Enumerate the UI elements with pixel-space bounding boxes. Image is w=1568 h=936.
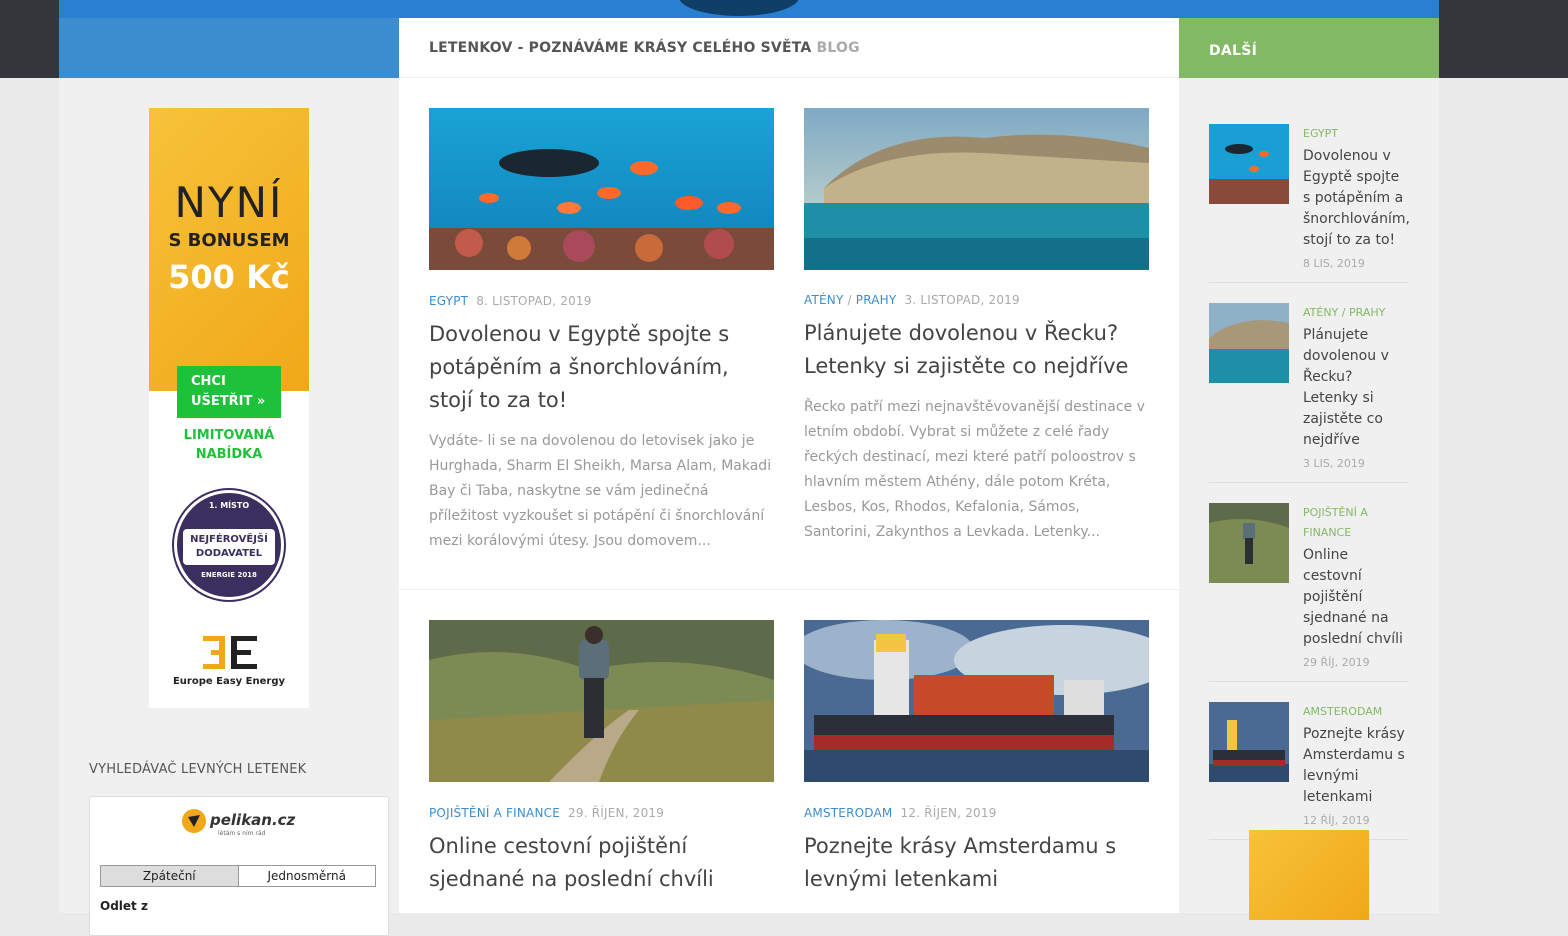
ad-cta-button[interactable]: CHCI UŠETŘIT » <box>177 366 281 418</box>
badge-bottom-text: ENERGIE 2018 <box>201 571 257 579</box>
left-sidebar: NYNÍ S BONUSEM 500 Kč CHCI UŠETŘIT » LIM… <box>59 78 399 936</box>
sidebar-header: DALŠÍ <box>1179 18 1439 78</box>
site-title[interactable]: LETENKOV - POZNÁVÁME KRÁSY CELÉHO SVĚTA <box>429 40 811 56</box>
sidebar-post-category[interactable]: POJIŠTĚNÍ A FINANCE <box>1303 503 1408 543</box>
post-category-link[interactable]: EGYPT <box>429 294 468 308</box>
post-meta: POJIŠTĚNÍ A FINANCE 29. ŘÍJEN, 2019 <box>429 806 774 820</box>
ad-headline: NYNÍ <box>174 178 284 227</box>
list-item[interactable]: ATÉNY / PRAHY Plánujete dovolenou v Řeck… <box>1209 295 1408 483</box>
ad-limited-offer: LIMITOVANÁ NABÍDKA <box>149 426 309 464</box>
post-title-link[interactable]: Poznejte krásy Amsterdamu s levnými lete… <box>804 830 1149 896</box>
sidebar-post-title[interactable]: Online cestovní pojištění sjednané na po… <box>1303 545 1408 650</box>
europe-easy-energy-logo-icon <box>203 636 257 669</box>
sidebar-post-category[interactable]: EGYPT <box>1303 124 1408 144</box>
post-category-link[interactable]: AMSTERODAM <box>804 806 892 820</box>
post-card: AMSTERODAM 12. ŘÍJEN, 2019 Poznejte krás… <box>794 620 1174 896</box>
post-date: 8. LISTOPAD, 2019 <box>476 294 592 308</box>
post-card: EGYPT 8. LISTOPAD, 2019 Dovolenou v Egyp… <box>429 108 774 554</box>
svg-text:pelikan.cz: pelikan.cz <box>209 811 296 829</box>
post-excerpt: Řecko patří mezi nejnavštěvovanější dest… <box>804 399 1145 540</box>
tab-one-way[interactable]: Jednosměrná <box>239 866 376 886</box>
award-badge-icon: 1. MÍSTO NEJFÉROVĚJŠÍ DODAVATEL ENERGIE … <box>174 490 284 600</box>
post-image-greek-coast[interactable] <box>804 108 1149 270</box>
tab-round-trip[interactable]: Zpáteční <box>101 866 239 886</box>
post-meta: AMSTERODAM 12. ŘÍJEN, 2019 <box>804 806 1149 820</box>
banner-ad[interactable]: NYNÍ S BONUSEM 500 Kč CHCI UŠETŘIT » LIM… <box>149 108 309 708</box>
sidebar-post-title[interactable]: Plánujete dovolenou v Řecku? Letenky si … <box>1303 325 1408 451</box>
ad-amount: 500 Kč <box>168 258 290 296</box>
post-date: 29. ŘÍJEN, 2019 <box>568 806 665 820</box>
list-item[interactable]: POJIŠTĚNÍ A FINANCE Online cestovní poji… <box>1209 495 1408 682</box>
ad-limited-line1: LIMITOVANÁ <box>183 428 275 443</box>
sidebar-post-title[interactable]: Poznejte krásy Amsterdamu s levnými lete… <box>1303 724 1408 808</box>
badge-top-text: 1. MÍSTO <box>208 501 250 510</box>
sidebar-thumb-hiker[interactable] <box>1209 503 1289 583</box>
badge-mid-line2: DODAVATEL <box>195 548 263 559</box>
main-content: EGYPT 8. LISTOPAD, 2019 Dovolenou v Egyp… <box>399 78 1179 913</box>
post-date: 3. LISTOPAD, 2019 <box>904 293 1020 307</box>
sidebar-thumb-diving[interactable] <box>1209 124 1289 204</box>
post-title-link[interactable]: Plánujete dovolenou v Řecku? Letenky si … <box>804 317 1149 383</box>
right-sidebar: EGYPT Dovolenou v Egyptě spojte s potápě… <box>1179 78 1439 920</box>
post-image-diving[interactable] <box>429 108 774 270</box>
post-excerpt: Vydáte- li se na dovolenou do letovisek … <box>429 433 772 549</box>
ad-cta-line2: UŠETŘIT » <box>191 394 266 409</box>
site-tagline: BLOG <box>816 40 860 56</box>
ad-brand-name: Europe Easy Energy <box>172 676 286 687</box>
post-meta: ATÉNY / PRAHY 3. LISTOPAD, 2019 <box>804 293 1020 307</box>
page-margin <box>1439 78 1568 913</box>
list-item[interactable]: AMSTERODAM Poznejte krásy Amsterdamu s l… <box>1209 694 1408 840</box>
post-title-link[interactable]: Dovolenou v Egyptě spojte s potápěním a … <box>429 318 774 417</box>
post-image-ship[interactable] <box>794 620 1174 782</box>
sidebar-thumb-ship[interactable] <box>1209 702 1289 782</box>
page-title: LETENKOV - POZNÁVÁME KRÁSY CELÉHO SVĚTA … <box>399 18 1179 78</box>
header-left-block <box>59 18 399 78</box>
badge-mid-line1: NEJFÉROVĚJŠÍ <box>190 534 268 545</box>
list-item[interactable]: EGYPT Dovolenou v Egyptě spojte s potápě… <box>1209 116 1410 283</box>
sidebar-post-category[interactable]: ATÉNY / PRAHY <box>1303 303 1408 323</box>
sidebar-post-date: 8 LIS, 2019 <box>1303 257 1365 270</box>
post-title-link[interactable]: Online cestovní pojištění sjednané na po… <box>429 830 774 896</box>
post-category-link[interactable]: PRAHY <box>856 293 897 307</box>
ad-cta-line1: CHCI <box>191 374 226 389</box>
sidebar-heading-dalsi: DALŠÍ <box>1209 43 1258 59</box>
search-widget-heading: VYHLEDÁVAČ LEVNÝCH LETENEK <box>89 762 307 777</box>
post-image-hiker[interactable] <box>429 620 774 782</box>
sidebar-post-date: 29 ŘÍJ, 2019 <box>1303 656 1370 669</box>
recent-posts-list: EGYPT Dovolenou v Egyptě spojte s potápě… <box>1209 116 1410 840</box>
sidebar-thumb-greek-coast[interactable] <box>1209 303 1289 383</box>
ad-limited-line2: NABÍDKA <box>195 447 263 462</box>
header-banner-image <box>59 0 1439 18</box>
post-category-link[interactable]: ATÉNY <box>804 293 844 307</box>
post-category-link[interactable]: POJIŠTĚNÍ A FINANCE <box>429 806 560 820</box>
post-date: 12. ŘÍJEN, 2019 <box>900 806 997 820</box>
sidebar-post-title[interactable]: Dovolenou v Egyptě spojte s potápěním a … <box>1303 146 1410 251</box>
sidebar-post-date: 3 LIS, 2019 <box>1303 457 1365 470</box>
svg-text:létám s ním rád: létám s ním rád <box>218 830 266 837</box>
row-divider <box>399 589 1179 590</box>
sidebar-banner-ad[interactable] <box>1249 830 1369 920</box>
post-card: POJIŠTĚNÍ A FINANCE 29. ŘÍJEN, 2019 Onli… <box>429 620 774 896</box>
post-meta: EGYPT 8. LISTOPAD, 2019 <box>429 294 774 308</box>
ad-subheadline: S BONUSEM <box>168 230 290 251</box>
departure-label: Odlet z <box>100 899 148 913</box>
sidebar-post-date: 12 ŘÍJ, 2019 <box>1303 814 1370 827</box>
post-card: ATÉNY / PRAHY 3. LISTOPAD, 2019 Plánujet… <box>804 108 1149 545</box>
trip-type-toggle: Zpáteční Jednosměrná <box>100 865 376 887</box>
flight-search-widget: pelikan.cz létám s ním rád Zpáteční Jedn… <box>89 796 389 936</box>
pelikan-logo-icon[interactable]: pelikan.cz létám s ním rád <box>180 803 300 839</box>
sidebar-post-category[interactable]: AMSTERODAM <box>1303 702 1408 722</box>
